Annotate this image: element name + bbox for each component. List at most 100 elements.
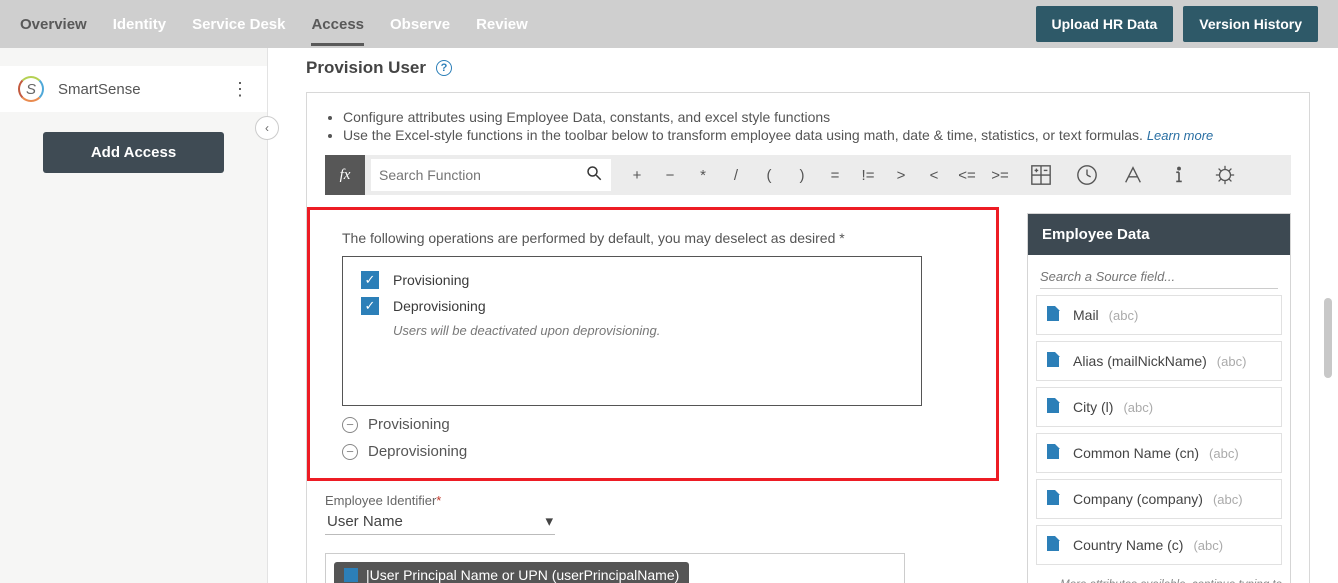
employee-field-item[interactable]: Country Name (c) (abc) <box>1036 525 1282 565</box>
version-history-button[interactable]: Version History <box>1183 6 1318 42</box>
instructions-list: Configure attributes using Employee Data… <box>343 109 1291 143</box>
checkbox-checked-icon[interactable]: ✓ <box>361 271 379 289</box>
sidebar-item-smartsense[interactable]: S SmartSense ⋮ <box>0 66 267 112</box>
chevron-down-icon: ▾ <box>545 512 553 530</box>
field-type: (abc) <box>1217 354 1247 369</box>
accordion-label: Deprovisioning <box>368 443 467 460</box>
operations-intro: The following operations are performed b… <box>342 230 986 246</box>
employee-data-search-input[interactable] <box>1040 265 1278 289</box>
field-type: (abc) <box>1109 308 1139 323</box>
provisioning-label: Provisioning <box>393 272 469 288</box>
tab-review[interactable]: Review <box>476 16 528 33</box>
employee-data-panel: Employee Data Mail (abc) <box>1027 213 1291 583</box>
function-toolbar: fx + − * / ( ) = != > < <box>325 155 1291 195</box>
op-lt[interactable]: < <box>920 159 948 191</box>
field-icon <box>1047 490 1063 508</box>
field-icon <box>1047 536 1063 554</box>
category-icons <box>1028 162 1238 188</box>
field-name: Mail <box>1073 307 1099 323</box>
collapse-icon[interactable]: − <box>342 444 358 460</box>
operations-highlight: The following operations are performed b… <box>307 207 999 481</box>
field-name: City (l) <box>1073 399 1113 415</box>
employee-field-item[interactable]: Common Name (cn) (abc) <box>1036 433 1282 473</box>
field-icon <box>1047 398 1063 416</box>
field-name: Country Name (c) <box>1073 537 1183 553</box>
field-name: Company (company) <box>1073 491 1203 507</box>
op-minus[interactable]: − <box>656 159 684 191</box>
op-gt[interactable]: > <box>887 159 915 191</box>
field-type: (abc) <box>1193 538 1223 553</box>
op-gte[interactable]: >= <box>986 159 1014 191</box>
op-plus[interactable]: + <box>623 159 651 191</box>
employee-field-item[interactable]: Company (company) (abc) <box>1036 479 1282 519</box>
op-multiply[interactable]: * <box>689 159 717 191</box>
employee-field-item[interactable]: City (l) (abc) <box>1036 387 1282 427</box>
function-search[interactable] <box>371 159 611 191</box>
function-search-input[interactable] <box>379 167 585 183</box>
text-icon[interactable] <box>1120 162 1146 188</box>
tab-observe[interactable]: Observe <box>390 16 450 33</box>
sidebar-item-label: SmartSense <box>58 81 141 98</box>
identifier-select[interactable]: User Name ▾ <box>325 508 555 535</box>
employee-field-item[interactable]: Mail (abc) <box>1036 295 1282 335</box>
clock-icon[interactable] <box>1074 162 1100 188</box>
chip-text: |User Principal Name or UPN (userPrincip… <box>366 567 679 583</box>
op-paren-close[interactable]: ) <box>788 159 816 191</box>
kebab-menu-icon[interactable]: ⋮ <box>231 79 249 100</box>
deprovisioning-note: Users will be deactivated upon deprovisi… <box>393 323 903 338</box>
page-title: Provision User ? <box>306 58 1310 78</box>
employee-identifier-field: Employee Identifier* User Name ▾ <box>325 493 999 535</box>
smartsense-logo-icon: S <box>18 76 44 102</box>
op-paren-open[interactable]: ( <box>755 159 783 191</box>
field-type: (abc) <box>1213 492 1243 507</box>
math-icon[interactable] <box>1028 162 1054 188</box>
add-access-button[interactable]: Add Access <box>43 132 224 173</box>
field-type: (abc) <box>1209 446 1239 461</box>
collapse-icon[interactable]: − <box>342 417 358 433</box>
field-icon <box>1047 306 1063 324</box>
tab-overview[interactable]: Overview <box>20 16 87 33</box>
employee-data-header: Employee Data <box>1028 214 1290 255</box>
page-title-text: Provision User <box>306 58 426 78</box>
info-icon[interactable] <box>1166 162 1192 188</box>
instruction-item: Configure attributes using Employee Data… <box>343 109 1291 125</box>
instruction-item: Use the Excel-style functions in the too… <box>343 127 1291 143</box>
op-equals[interactable]: = <box>821 159 849 191</box>
accordion-deprovisioning[interactable]: − Deprovisioning <box>342 443 986 460</box>
tab-service-desk[interactable]: Service Desk <box>192 16 285 33</box>
help-icon[interactable]: ? <box>436 60 452 76</box>
operations-box: ✓ Provisioning ✓ Deprovisioning Users wi… <box>342 256 922 406</box>
scrollbar[interactable] <box>1324 298 1332 378</box>
sidebar: S SmartSense ⋮ Add Access ‹ <box>0 48 268 583</box>
upn-chip[interactable]: |User Principal Name or UPN (userPrincip… <box>334 562 689 583</box>
top-nav: Overview Identity Service Desk Access Ob… <box>0 0 1338 48</box>
accordion-provisioning[interactable]: − Provisioning <box>342 416 986 433</box>
tab-access[interactable]: Access <box>311 3 364 46</box>
search-icon[interactable] <box>585 164 603 187</box>
op-lte[interactable]: <= <box>953 159 981 191</box>
fx-icon: fx <box>325 155 365 195</box>
field-name: Common Name (cn) <box>1073 445 1199 461</box>
employee-data-footer: More attributes available, continue typi… <box>1028 577 1290 583</box>
tab-identity[interactable]: Identity <box>113 16 166 33</box>
op-divide[interactable]: / <box>722 159 750 191</box>
upload-hr-data-button[interactable]: Upload HR Data <box>1036 6 1174 42</box>
field-label: Employee Identifier* <box>325 493 999 508</box>
main-content: Provision User ? Configure attributes us… <box>268 48 1338 583</box>
deprovisioning-label: Deprovisioning <box>393 298 486 314</box>
deprovisioning-checkbox-row[interactable]: ✓ Deprovisioning <box>361 297 903 315</box>
source-swatch-icon <box>344 568 358 582</box>
identifier-value: User Name <box>327 513 403 530</box>
field-icon <box>1047 352 1063 370</box>
checkbox-checked-icon[interactable]: ✓ <box>361 297 379 315</box>
employee-field-item[interactable]: Alias (mailNickName) (abc) <box>1036 341 1282 381</box>
brain-icon[interactable] <box>1212 162 1238 188</box>
accordion-label: Provisioning <box>368 416 450 433</box>
field-name: Alias (mailNickName) <box>1073 353 1207 369</box>
learn-more-link[interactable]: Learn more <box>1147 128 1213 143</box>
mapped-field-box[interactable]: |User Principal Name or UPN (userPrincip… <box>325 553 905 583</box>
op-not-equals[interactable]: != <box>854 159 882 191</box>
employee-data-list: Mail (abc) Alias (mailNickName) (abc) Ci… <box>1028 295 1290 577</box>
provisioning-checkbox-row[interactable]: ✓ Provisioning <box>361 271 903 289</box>
field-type: (abc) <box>1123 400 1153 415</box>
